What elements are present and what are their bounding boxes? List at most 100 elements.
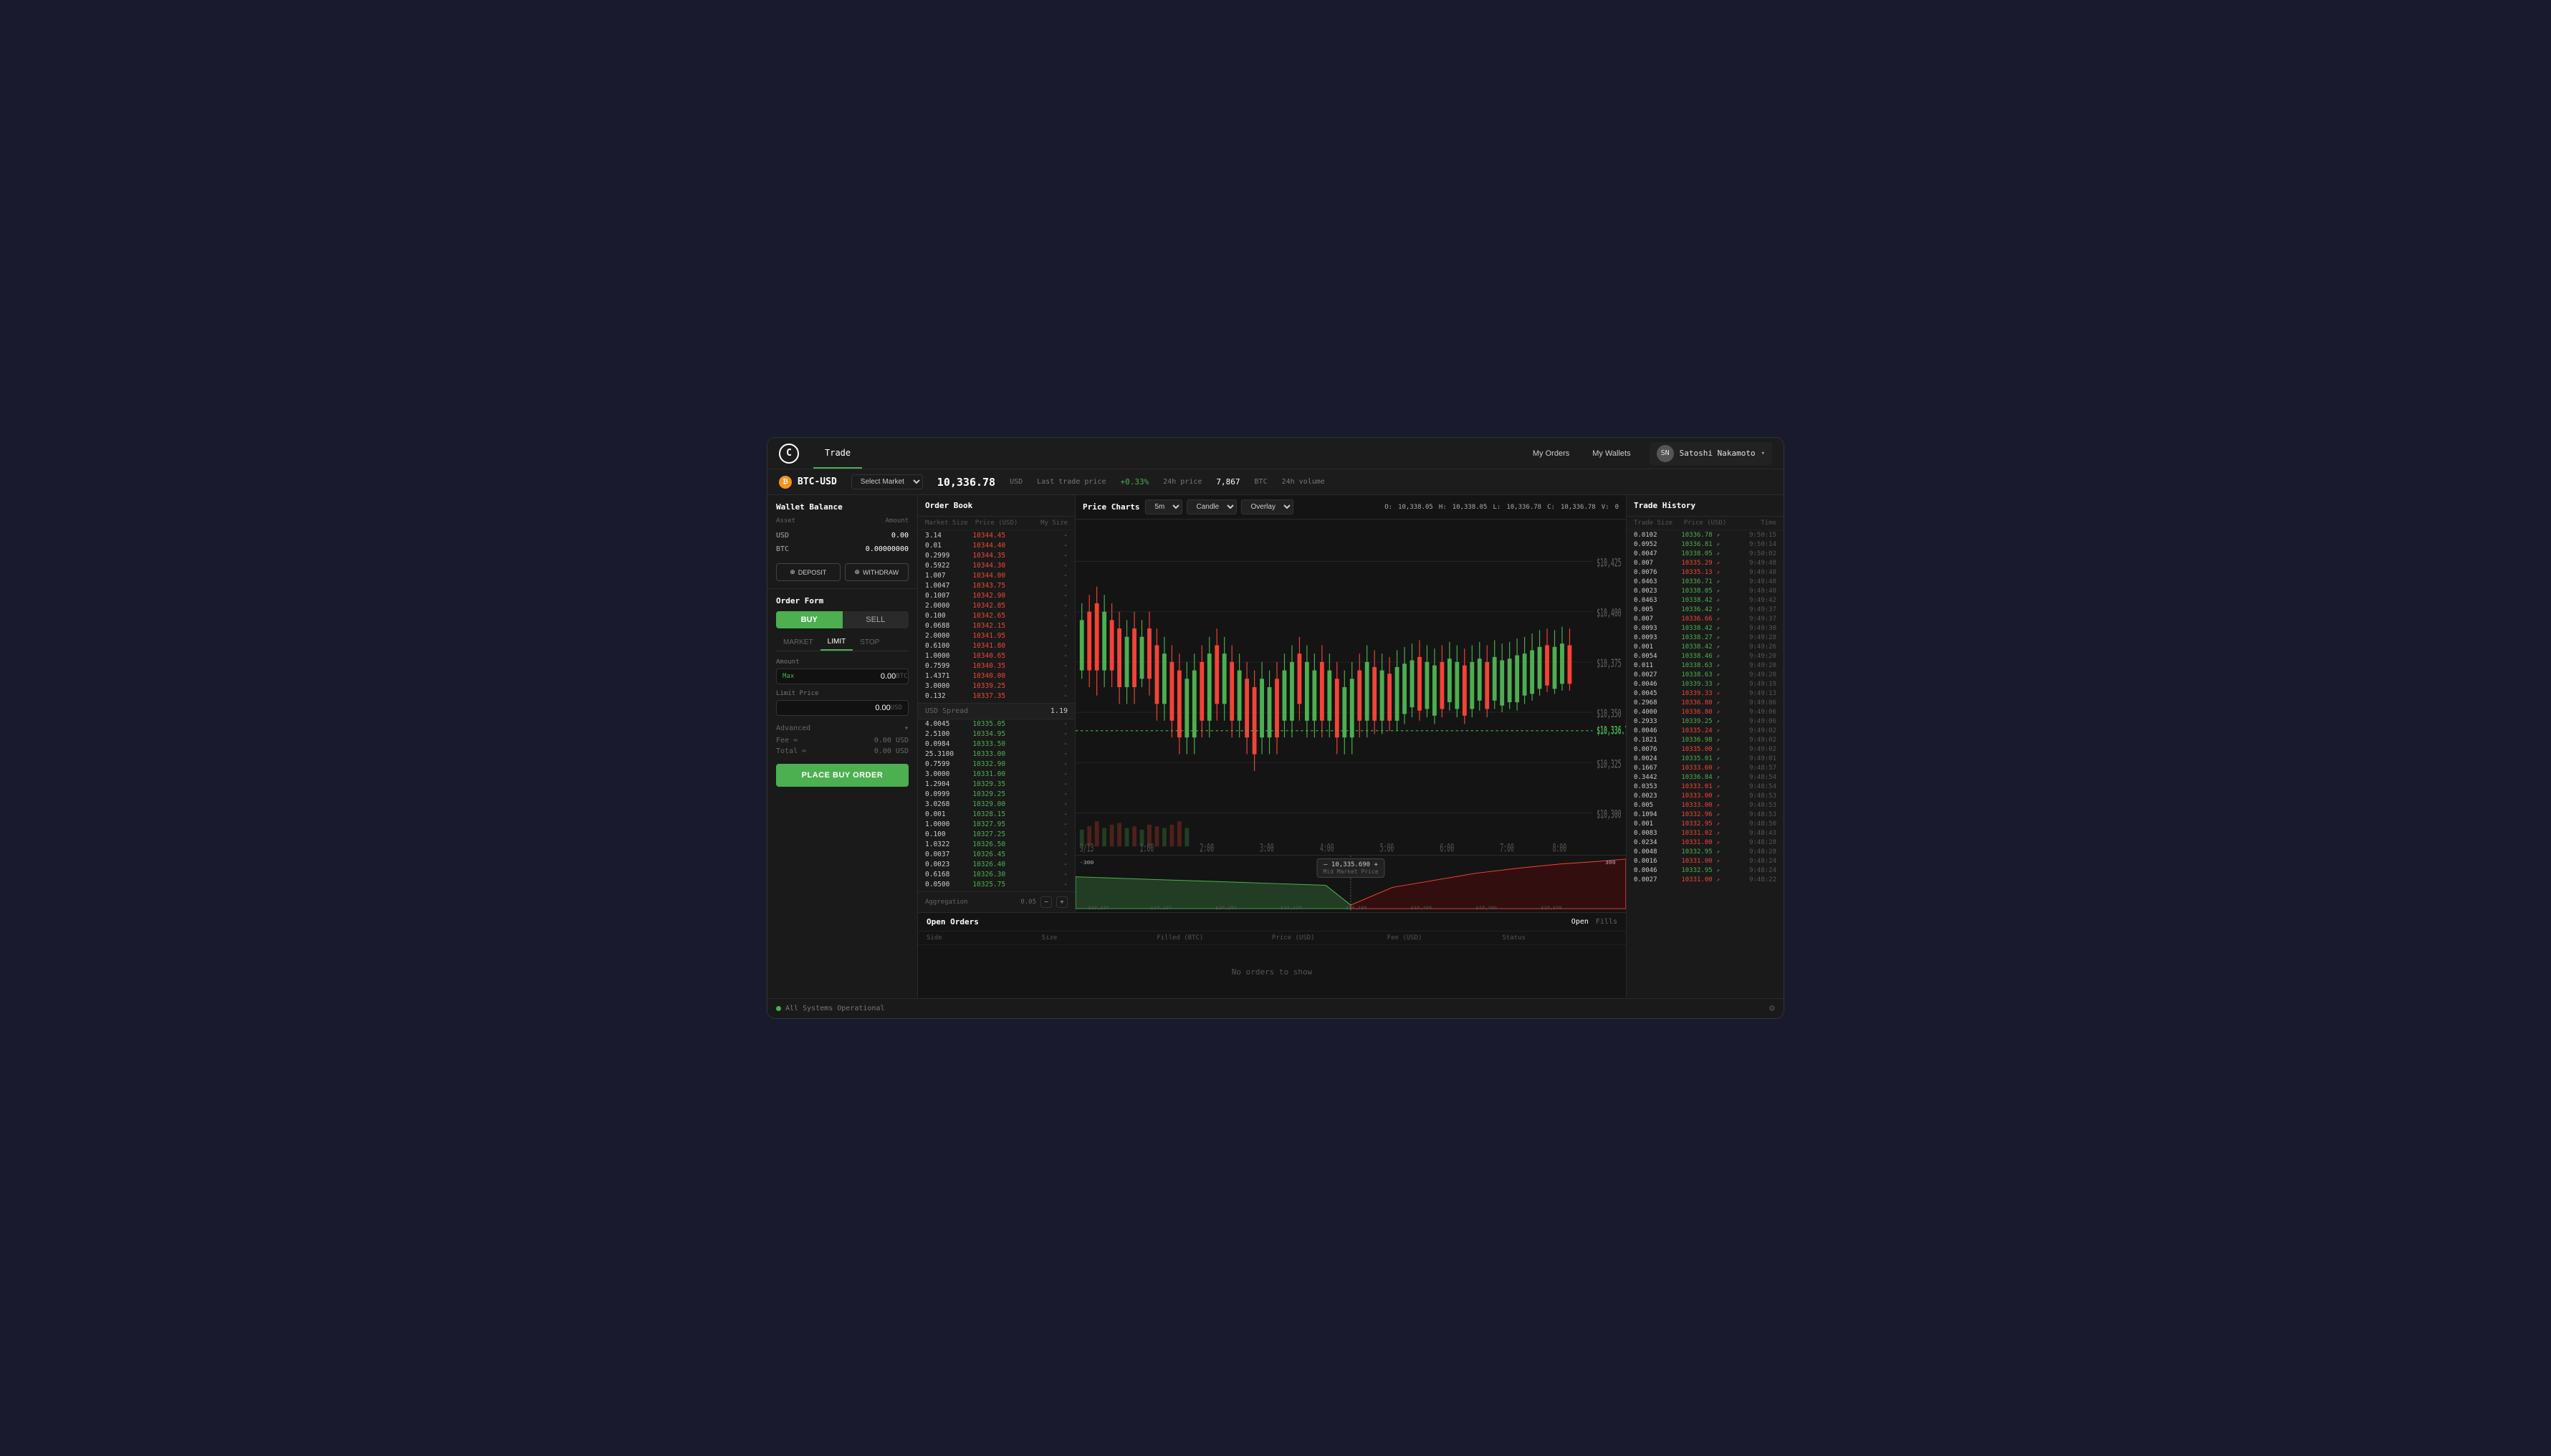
order-book-ask-row[interactable]: 1.007 10344.00 -	[918, 570, 1075, 580]
buy-tab[interactable]: BUY	[776, 611, 843, 628]
oo-tab-open[interactable]: Open	[1571, 918, 1589, 926]
settings-icon[interactable]: ⚙	[1769, 1003, 1775, 1014]
timeframe-select[interactable]: 5m	[1145, 499, 1182, 514]
wallet-col-amount: Amount	[885, 517, 909, 525]
order-book-ask-row[interactable]: 0.132 10337.35 -	[918, 691, 1075, 701]
app-logo[interactable]: C	[779, 444, 799, 464]
my-wallets-button[interactable]: My Wallets	[1582, 445, 1640, 462]
trade-history-row: 0.0234 10331.00 ↗ 9:48:28	[1627, 838, 1784, 847]
order-book-bid-row[interactable]: 1.2904 10329.35 -	[918, 780, 1075, 790]
ohlcv-low: 10,336.78	[1506, 504, 1541, 511]
open-orders: Open Orders Open Fills Side Size Filled …	[918, 912, 1626, 998]
trade-time: 9:49:19	[1729, 681, 1776, 688]
order-book-ask-row[interactable]: 2.0000 10341.95 -	[918, 631, 1075, 641]
svg-text:$10,336.78: $10,336.78	[1597, 724, 1626, 738]
bid-price: 10329.00	[972, 800, 1020, 808]
order-book-ask-row[interactable]: 1.0000 10340.65 -	[918, 651, 1075, 661]
order-book-bid-row[interactable]: 0.0037 10326.45 -	[918, 850, 1075, 860]
bid-my-size: -	[1020, 881, 1068, 889]
ask-size: 0.01	[925, 542, 972, 550]
ask-size: 0.6100	[925, 642, 972, 650]
stop-tab[interactable]: STOP	[853, 634, 886, 651]
order-book-ask-row[interactable]: 0.5922 10344.30 -	[918, 560, 1075, 570]
order-book-bid-row[interactable]: 0.0984 10333.50 -	[918, 739, 1075, 749]
advanced-row[interactable]: Advanced ▾	[776, 722, 909, 735]
left-panel: Wallet Balance Asset Amount USD 0.00 BTC…	[767, 495, 918, 998]
order-book-bid-row[interactable]: 0.100 10327.25 -	[918, 830, 1075, 840]
max-link[interactable]: Max	[782, 673, 794, 680]
trade-history-title: Trade History	[1627, 495, 1784, 517]
order-book-ask-row[interactable]: 3.14 10344.45 -	[918, 530, 1075, 540]
oo-tab-fills[interactable]: Fills	[1596, 918, 1617, 926]
agg-plus-button[interactable]: +	[1056, 896, 1068, 908]
amount-input-row: Max BTC	[776, 669, 909, 684]
right-panel: Trade History Trade Size Price (USD) Tim…	[1626, 495, 1784, 998]
trade-direction-icon: ↗	[1716, 746, 1720, 752]
trade-direction-icon: ↗	[1716, 802, 1720, 808]
order-book-bid-row[interactable]: 0.0023 10326.40 -	[918, 860, 1075, 870]
order-book-bid-row[interactable]: 1.0000 10325.45 -	[918, 890, 1075, 892]
trade-size: 0.0023	[1634, 588, 1681, 595]
order-book-ask-row[interactable]: 0.01 10344.40 -	[918, 540, 1075, 550]
market-tab[interactable]: MARKET	[776, 634, 820, 651]
order-book-ask-row[interactable]: 1.4371 10340.00 -	[918, 671, 1075, 681]
sell-tab[interactable]: SELL	[843, 611, 909, 628]
ask-size: 0.7599	[925, 662, 972, 670]
ask-price: 10344.35	[972, 552, 1020, 560]
order-book-ask-row[interactable]: 0.100 10342.65 -	[918, 610, 1075, 621]
ask-price: 10342.15	[972, 622, 1020, 630]
order-book-ask-row[interactable]: 0.2999 10344.35 -	[918, 550, 1075, 560]
withdraw-button[interactable]: ⊕ WITHDRAW	[845, 563, 909, 581]
chart-container[interactable]: 9/13 1:00 2:00 3:00 4:00 5:00 6:00 7:00 …	[1076, 519, 1626, 912]
order-book-ask-row[interactable]: 0.7599 10340.35 -	[918, 661, 1075, 671]
trade-time: 9:49:20	[1729, 671, 1776, 679]
order-book-ask-row[interactable]: 3.0000 10339.25 -	[918, 681, 1075, 691]
bid-price: 10326.40	[972, 861, 1020, 868]
nav-right: My Orders My Wallets SN Satoshi Nakamoto…	[1523, 442, 1772, 465]
order-book-bid-row[interactable]: 2.5100 10334.95 -	[918, 729, 1075, 739]
ask-price: 10342.65	[972, 612, 1020, 620]
agg-minus-button[interactable]: −	[1040, 896, 1052, 908]
nav-tab-trade[interactable]: Trade	[813, 438, 862, 469]
trade-price: 10332.95 ↗	[1681, 867, 1728, 874]
order-book-bid-row[interactable]: 0.6168 10326.30 -	[918, 870, 1075, 880]
order-book-bid-row[interactable]: 0.0500 10325.75 -	[918, 880, 1075, 890]
order-book-bid-row[interactable]: 3.0000 10331.00 -	[918, 770, 1075, 780]
trade-history-col-header: Trade Size Price (USD) Time	[1627, 517, 1784, 530]
market-select[interactable]: Select Market	[851, 474, 923, 489]
amount-input[interactable]	[794, 672, 896, 681]
order-book-bid-row[interactable]: 4.0045 10335.05 -	[918, 719, 1075, 729]
my-orders-button[interactable]: My Orders	[1523, 445, 1579, 462]
app-window: C Trade My Orders My Wallets SN Satoshi …	[767, 437, 1784, 1019]
order-book-ask-row[interactable]: 0.1007 10342.90 -	[918, 590, 1075, 600]
order-book-bid-row[interactable]: 25.3100 10333.00 -	[918, 749, 1075, 760]
volume: 7,867	[1216, 477, 1240, 487]
svg-text:8:00: 8:00	[1553, 841, 1567, 855]
order-book-bid-row[interactable]: 0.7599 10332.90 -	[918, 760, 1075, 770]
order-book-bid-row[interactable]: 0.001 10328.15 -	[918, 810, 1075, 820]
bid-price: 10332.90	[972, 760, 1020, 768]
trade-price: 10336.71 ↗	[1681, 578, 1728, 585]
trade-direction-icon: ↗	[1716, 792, 1720, 799]
order-book-bid-row[interactable]: 0.0999 10329.25 -	[918, 790, 1075, 800]
deposit-button[interactable]: ⊕ DEPOSIT	[776, 563, 841, 581]
limit-price-input[interactable]	[782, 704, 891, 712]
order-book-ask-row[interactable]: 0.6100 10341.80 -	[918, 641, 1075, 651]
order-book-ask-row[interactable]: 2.0000 10342.85 -	[918, 600, 1075, 610]
order-book-bid-row[interactable]: 3.0268 10329.00 -	[918, 800, 1075, 810]
bid-price: 10326.50	[972, 840, 1020, 848]
user-area[interactable]: SN Satoshi Nakamoto ▾	[1650, 442, 1772, 465]
order-book-ask-row[interactable]: 1.0047 10343.75 -	[918, 580, 1075, 590]
trade-time: 9:49:48	[1729, 578, 1776, 585]
svg-text:2:00: 2:00	[1200, 841, 1214, 855]
place-order-button[interactable]: PLACE BUY ORDER	[776, 764, 909, 787]
order-book-ask-row[interactable]: 0.0688 10342.15 -	[918, 621, 1075, 631]
change-label: 24h price	[1163, 478, 1202, 486]
bid-my-size: -	[1020, 760, 1068, 768]
order-book-bid-row[interactable]: 1.0000 10327.95 -	[918, 820, 1075, 830]
limit-tab[interactable]: LIMIT	[820, 634, 853, 651]
order-book-bid-row[interactable]: 1.0322 10326.50 -	[918, 840, 1075, 850]
order-book-ask-row[interactable]: 2.414 10336.55 -	[918, 701, 1075, 703]
chart-type-select[interactable]: Candle	[1187, 499, 1237, 514]
overlay-select[interactable]: Overlay	[1241, 499, 1293, 514]
